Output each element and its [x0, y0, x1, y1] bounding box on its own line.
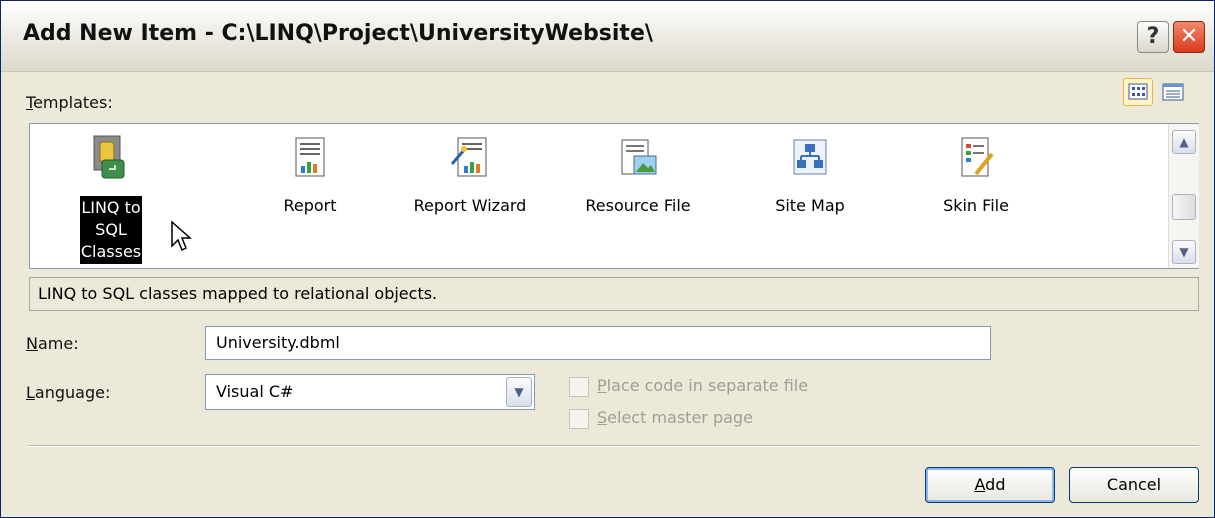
add-button[interactable]: Add [925, 467, 1055, 503]
small-icons-view-icon [1162, 83, 1184, 101]
dialog-title: Add New Item - C:\LINQ\Project\Universit… [23, 21, 653, 46]
templates-list[interactable]: LINQ to SQL Classes Report Report Wizard [29, 123, 1199, 269]
place-code-checkbox[interactable] [569, 377, 589, 397]
language-select[interactable]: Visual C# ▼ [205, 374, 535, 410]
template-site-map[interactable]: Site Map [730, 124, 890, 270]
place-code-label: Place code in separate file [597, 376, 809, 395]
template-label: Site Map [775, 196, 845, 215]
scroll-up-icon[interactable]: ▲ [1172, 130, 1196, 154]
large-icons-view-icon [1128, 83, 1148, 100]
template-label: Report Wizard [413, 196, 527, 215]
language-label: Language: [26, 383, 111, 402]
template-skin-file[interactable]: Skin File [896, 124, 1056, 270]
template-label: Report [283, 196, 337, 215]
master-page-label: Select master page [597, 408, 753, 427]
divider [29, 445, 1199, 447]
skin-file-icon [961, 137, 994, 177]
report-wizard-icon [450, 137, 487, 177]
small-icons-view-button[interactable] [1159, 78, 1189, 106]
template-report[interactable]: Report [230, 124, 390, 270]
name-label: Name: [26, 334, 79, 353]
scroll-down-icon[interactable]: ▼ [1172, 240, 1196, 264]
chevron-down-icon[interactable]: ▼ [506, 377, 532, 407]
templates-scrollbar[interactable]: ▲ ▼ [1168, 124, 1199, 268]
add-new-item-dialog: Add New Item - C:\LINQ\Project\Universit… [0, 0, 1215, 518]
language-value: Visual C# [216, 382, 294, 401]
help-button[interactable]: ? [1137, 21, 1169, 53]
site-map-icon [793, 139, 827, 175]
report-icon [295, 137, 325, 177]
large-icons-view-button[interactable] [1123, 78, 1153, 106]
resource-file-icon [621, 139, 657, 175]
name-input[interactable]: University.dbml [205, 326, 991, 360]
template-description: LINQ to SQL classes mapped to relational… [29, 277, 1199, 311]
template-linq-to-sql-classes[interactable]: LINQ to SQL Classes [30, 124, 192, 270]
close-button[interactable]: ✕ [1173, 21, 1205, 53]
template-label: LINQ to SQL Classes [80, 196, 142, 264]
template-report-wizard[interactable]: Report Wizard [390, 124, 550, 270]
cancel-button[interactable]: Cancel [1069, 467, 1199, 503]
title-bar[interactable]: Add New Item - C:\LINQ\Project\Universit… [1, 1, 1214, 72]
template-label: Resource File [585, 196, 691, 215]
template-label: Skin File [943, 196, 1009, 215]
templates-label: Templates: [26, 93, 113, 112]
scroll-thumb[interactable] [1172, 194, 1196, 220]
linq-to-sql-icon [93, 135, 125, 179]
mouse-cursor-icon [171, 220, 192, 252]
template-resource-file[interactable]: Resource File [558, 124, 718, 270]
master-page-checkbox[interactable] [569, 409, 589, 429]
